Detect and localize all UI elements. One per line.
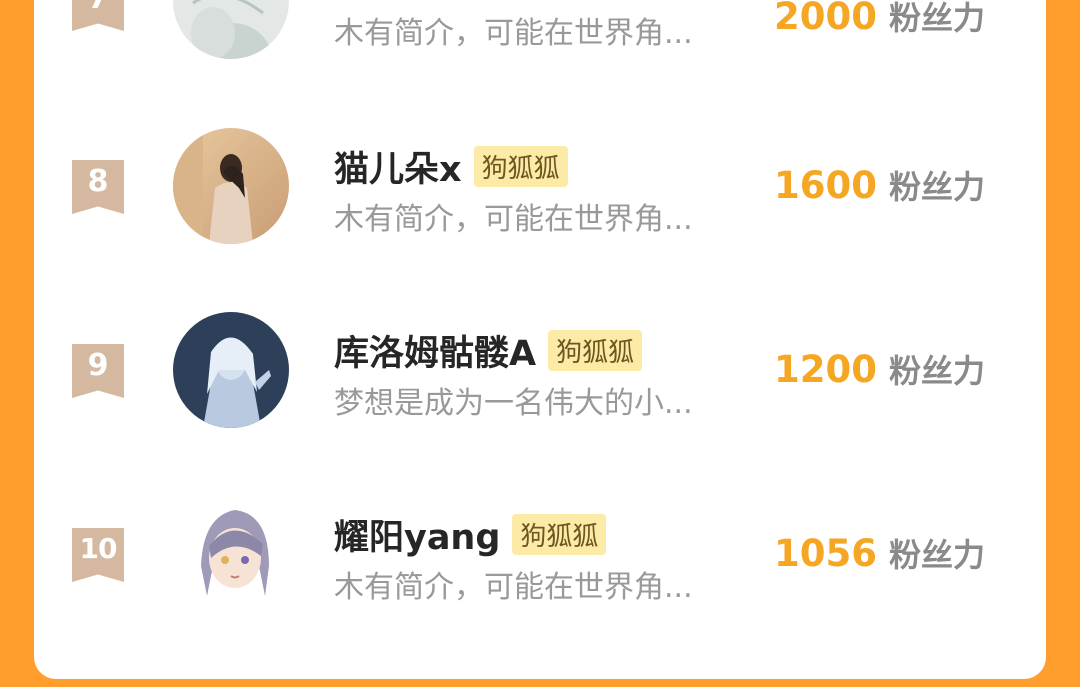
user-name[interactable]: 耀阳yang: [334, 509, 500, 560]
fans-count: 1200: [774, 348, 877, 391]
fans-count: 2000: [774, 0, 877, 38]
fans-power: 2000 粉丝力: [774, 0, 985, 39]
fans-label: 粉丝力: [888, 352, 985, 390]
avatar-image: [173, 312, 289, 428]
avatar[interactable]: [173, 128, 289, 244]
rank-badge: 10: [72, 528, 124, 582]
avatar-image: [173, 496, 289, 612]
fan-badge: 狗狐狐: [473, 145, 568, 187]
ranking-row[interactable]: 10 耀阳yang 狗狐狐 木有简介，可能在世界角... 1056 粉丝力: [34, 486, 1046, 670]
name-line: 库洛姆骷髅A 狗狐狐: [334, 328, 643, 374]
user-name[interactable]: 猫儿朵x: [334, 141, 462, 192]
fans-count: 1600: [774, 164, 877, 207]
avatar[interactable]: [173, 0, 289, 59]
user-bio: 木有简介，可能在世界角...: [334, 570, 693, 605]
fan-badge: 狗狐狐: [548, 329, 643, 371]
fans-label: 粉丝力: [888, 168, 985, 206]
avatar[interactable]: [173, 312, 289, 428]
fans-power: 1056 粉丝力: [774, 530, 985, 576]
ranking-row[interactable]: 8 猫儿朵x 狗狐狐 木有简介，可能在世界角... 1600 粉丝力: [34, 118, 1046, 302]
user-bio: 梦想是成为一名伟大的小...: [334, 386, 693, 421]
name-line: 猫儿朵x 狗狐狐: [334, 144, 568, 190]
fans-power: 1200 粉丝力: [774, 346, 985, 392]
fans-label: 粉丝力: [888, 536, 985, 574]
user-bio: 木有简介，可能在世界角...: [334, 16, 693, 51]
avatar-image: [173, 128, 289, 244]
fans-label: 粉丝力: [888, 0, 985, 37]
avatar-image: [173, 0, 289, 59]
rank-badge: 7: [72, 0, 124, 31]
user-bio: 木有简介，可能在世界角...: [334, 202, 693, 237]
avatar[interactable]: [173, 496, 289, 612]
user-name[interactable]: 库洛姆骷髅A: [334, 325, 536, 376]
fan-badge: 狗狐狐: [512, 513, 607, 555]
name-line: 耀阳yang 狗狐狐: [334, 512, 607, 558]
fans-power: 1600 粉丝力: [774, 162, 985, 208]
rank-badge: 8: [72, 160, 124, 214]
rank-badge: 9: [72, 344, 124, 398]
fans-count: 1056: [774, 532, 877, 575]
ranking-card: 7 木有简介，可能在世界角... 2000 粉丝力 8: [34, 0, 1046, 679]
ranking-row[interactable]: 9 库洛姆骷髅A 狗狐狐 梦想是成为一名伟大的小... 1200 粉丝力: [34, 302, 1046, 486]
ranking-row[interactable]: 7 木有简介，可能在世界角... 2000 粉丝力: [34, 0, 1046, 59]
